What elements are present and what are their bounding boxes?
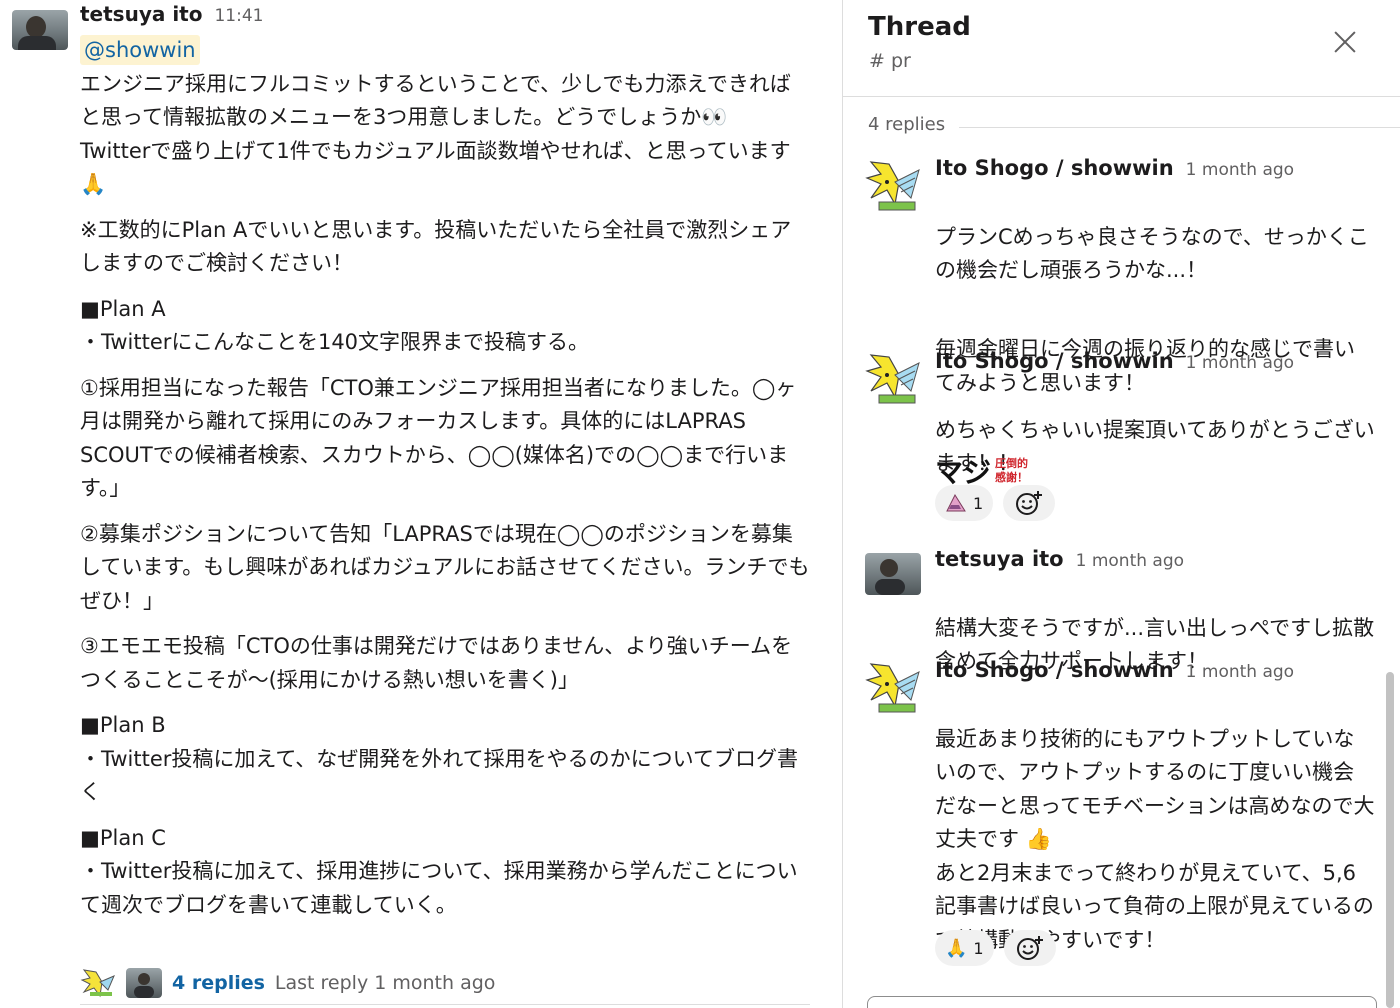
divider bbox=[80, 1004, 810, 1008]
add-reaction-icon[interactable] bbox=[1003, 930, 1056, 966]
reaction-count: 1 bbox=[973, 493, 984, 513]
message-header: tetsuya ito 11:41 bbox=[80, 2, 263, 30]
thread-channel[interactable]: # pr bbox=[869, 50, 911, 72]
avatar[interactable] bbox=[12, 10, 68, 50]
message-author[interactable]: tetsuya ito bbox=[80, 2, 202, 26]
divider bbox=[959, 127, 1400, 128]
bot-avatar[interactable] bbox=[865, 660, 923, 718]
replies-count: 4 replies bbox=[868, 114, 946, 135]
party-hat-icon bbox=[946, 493, 966, 512]
reactions: 🙏 1 bbox=[935, 930, 1056, 966]
message-paragraph: ※工数的にPlan Aでいいと思います。投稿いただいたら全社員で激烈シェアします… bbox=[80, 217, 792, 276]
reply-header: Ito Shogo / showwin 1 month ago bbox=[935, 658, 1294, 688]
reaction-count: 1 bbox=[973, 938, 984, 958]
thread-summary[interactable]: 4 replies Last reply 1 month ago bbox=[80, 966, 495, 1000]
reaction-emoji: 🙏 bbox=[945, 937, 968, 959]
reply-time[interactable]: 1 month ago bbox=[1186, 353, 1294, 373]
reply-time[interactable]: 1 month ago bbox=[1076, 551, 1184, 571]
sticker-caption: 圧倒的 感謝！ bbox=[995, 457, 1029, 484]
reply-paragraph: 最近あまり技術的にもアウトプットしていないので、アウトプットするのに丁度いい機会… bbox=[935, 726, 1375, 952]
replies-link[interactable]: 4 replies bbox=[172, 972, 265, 994]
bot-avatar[interactable] bbox=[865, 158, 923, 216]
reply-time[interactable]: 1 month ago bbox=[1186, 160, 1294, 180]
message-paragraph: ■Plan C ・Twitter投稿に加えて、採用進捗について、採用業務から学ん… bbox=[80, 825, 798, 917]
message-time[interactable]: 11:41 bbox=[214, 6, 263, 26]
scrollbar[interactable] bbox=[1386, 672, 1394, 1008]
message-paragraph: ■Plan A ・Twitterにこんなことを140文字限界まで投稿する。 bbox=[80, 296, 590, 355]
main-message-pane: tetsuya ito 11:41 @showwin エンジニア採用にフルコミッ… bbox=[0, 0, 842, 1008]
reactions: 1 bbox=[935, 485, 1056, 521]
reaction-pill[interactable]: 🙏 1 bbox=[935, 930, 994, 966]
close-icon[interactable] bbox=[1331, 28, 1359, 56]
reply-author[interactable]: Ito Shogo / showwin bbox=[935, 658, 1174, 682]
reply-time[interactable]: 1 month ago bbox=[1186, 662, 1294, 682]
mention-link[interactable]: @showwin bbox=[80, 35, 200, 65]
reply-author[interactable]: Ito Shogo / showwin bbox=[935, 349, 1174, 373]
message-body: @showwin エンジニア採用にフルコミットするということで、少しでも力添えで… bbox=[80, 34, 810, 922]
avatar[interactable] bbox=[865, 553, 921, 595]
reply-header: tetsuya ito 1 month ago bbox=[935, 547, 1184, 577]
reply-paragraph: プランCめっちゃ良さそうなので、せっかくこの機会だし頑張ろうかな...！ bbox=[935, 224, 1369, 283]
message-paragraph: ①採用担当になった報告「CTO兼エンジニア採用担当者になりました。◯ヶ月は開発か… bbox=[80, 375, 797, 501]
reaction-pill[interactable]: 1 bbox=[935, 485, 994, 521]
message-paragraph: ■Plan B ・Twitter投稿に加えて、なぜ開発を外れて採用をやるのかにつ… bbox=[80, 713, 799, 804]
message-paragraph: エンジニア採用にフルコミットするということで、少しでも力添えできればと思って情報… bbox=[80, 71, 791, 197]
add-reaction-icon[interactable] bbox=[1003, 485, 1056, 521]
thread-pane: Thread # pr 4 replies Ito Shogo / showwi… bbox=[843, 0, 1400, 1008]
message-composer[interactable] bbox=[867, 996, 1377, 1008]
message-paragraph: ③エモエモ投稿「CTOの仕事は開発だけではありません、より強いチームをつくること… bbox=[80, 634, 793, 692]
bot-avatar[interactable] bbox=[865, 351, 923, 409]
reply-author[interactable]: Ito Shogo / showwin bbox=[935, 156, 1174, 180]
reply-avatar bbox=[126, 968, 162, 998]
reply-author[interactable]: tetsuya ito bbox=[935, 547, 1064, 571]
reply-header: Ito Shogo / showwin 1 month ago bbox=[935, 349, 1294, 379]
reply-avatar bbox=[80, 968, 116, 998]
message-paragraph: ②募集ポジションについて告知「LAPRASでは現在◯◯のポジションを募集していま… bbox=[80, 521, 810, 613]
thread-header: Thread # pr bbox=[843, 0, 1400, 97]
last-reply-time: Last reply 1 month ago bbox=[274, 972, 496, 994]
thread-title: Thread bbox=[868, 12, 971, 42]
reply-header: Ito Shogo / showwin 1 month ago bbox=[935, 156, 1294, 186]
